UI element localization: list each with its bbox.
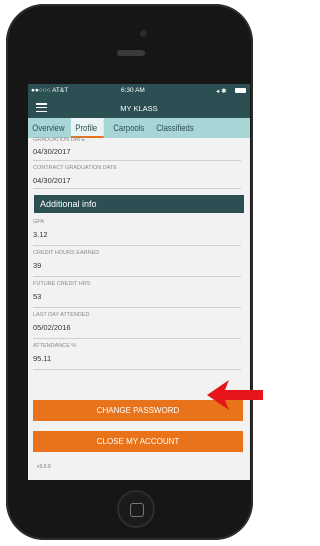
field-attendance: ATTENDANCE % 95.11 — [33, 339, 241, 370]
tab-overview[interactable]: Overview — [28, 118, 65, 138]
tab-classifieds[interactable]: Classifieds — [152, 118, 195, 138]
field-label: CREDIT HOURS EARNED — [33, 250, 100, 256]
field-label: GRADUATION DATE — [33, 137, 86, 143]
home-button[interactable] — [117, 490, 155, 528]
field-value: 53 — [33, 292, 42, 301]
field-label: GPA — [33, 219, 45, 225]
field-value: 04/30/2017 — [33, 176, 71, 185]
field-value: 39 — [33, 261, 42, 270]
close-account-button[interactable]: CLOSE MY ACCOUNT — [33, 431, 243, 452]
profile-content: GRADUATION DATE 04/30/2017 CONTRACT GRAD… — [28, 137, 250, 370]
tab-profile[interactable]: Profile — [71, 118, 104, 138]
tab-carpools[interactable]: Carpools — [109, 118, 146, 138]
section-header-additional-info: Additional info — [34, 195, 244, 213]
battery-icon — [235, 88, 246, 93]
camera — [140, 30, 147, 37]
tab-bar: Overview Profile Carpools Classifieds — [28, 118, 250, 138]
field-label: LAST DAY ATTENDED — [33, 312, 90, 318]
annotation-arrow-icon — [207, 380, 263, 410]
status-bar: ●●○○○ AT&T 6:30 AM ◂ ✱ — [28, 84, 250, 98]
field-value: 04/30/2017 — [33, 147, 71, 156]
app-screen: ●●○○○ AT&T 6:30 AM ◂ ✱ MY KLASS Overview… — [28, 84, 250, 480]
field-last-day-attended: LAST DAY ATTENDED 05/02/2016 — [33, 308, 241, 339]
field-gpa: GPA 3.12 — [33, 215, 241, 246]
carrier-label: ●●○○○ AT&T — [31, 87, 69, 94]
field-label: ATTENDANCE % — [33, 343, 77, 349]
field-value: 3.12 — [33, 230, 48, 239]
field-future-credit-hrs: FUTURE CREDIT HRS 53 — [33, 277, 241, 308]
field-label: FUTURE CREDIT HRS — [33, 281, 91, 287]
nav-bar: MY KLASS — [28, 98, 250, 118]
field-contract-graduation-date: CONTRACT GRADUATION DATE 04/30/2017 — [33, 161, 241, 189]
page-title: MY KLASS — [120, 104, 158, 113]
clock-label: 6:30 AM — [121, 87, 145, 94]
field-value: 95.11 — [33, 354, 52, 363]
field-value: 05/02/2016 — [33, 323, 71, 332]
version-label: v3.0.9 — [37, 464, 51, 470]
field-label: CONTRACT GRADUATION DATE — [33, 165, 118, 171]
field-credit-hours-earned: CREDIT HOURS EARNED 39 — [33, 246, 241, 277]
status-icons: ◂ ✱ — [216, 88, 227, 95]
field-graduation-date: GRADUATION DATE 04/30/2017 — [33, 137, 241, 161]
speaker — [117, 50, 145, 56]
